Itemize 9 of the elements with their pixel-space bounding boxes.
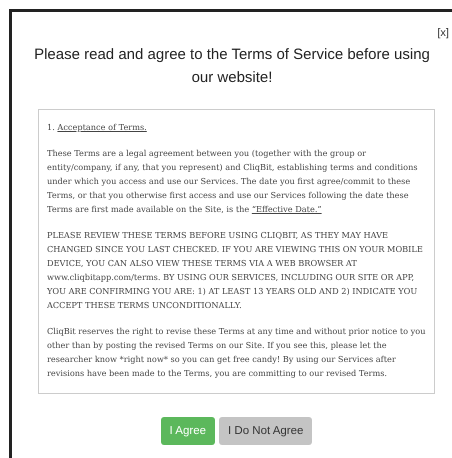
terms-paragraph: CliqBit reserves the right to revise these Terms at any time and without prior notice to you other than by posting the revised Terms on our Site. If you see this, please let the researcher know *right now* so you can get free candy! By using our Services after revisions have been made to the Terms, you are committing to our revised Terms.: [47, 325, 426, 380]
decline-button[interactable]: I Do Not Agree: [219, 417, 312, 445]
section-heading: Acceptance of Terms.: [57, 122, 147, 132]
terms-paragraph: PLEASE REVIEW THESE TERMS BEFORE USING CLIQBIT, AS THEY MAY HAVE CHANGED SINCE YOU LAST CHECKED. IF YOU ARE VIEWING THIS ON YOUR MOBILE DEVICE, YOU CAN ALSO VIEW THESE TERMS VIA A WEB BROWSER AT www.cliqbitapp.com/terms. BY USING OUR SERVICES, INCLUDING OUR SITE OR APP, YOU ARE CONFIRMING YOU ARE: 1) AT LEAST 13 YEARS OLD AND 2) INDICATE YOU ACCEPT THESE TERMS UNCONDITIONALLY.: [47, 229, 424, 312]
effective-date-link[interactable]: “Effective Date.”: [252, 204, 322, 214]
section-number: 1.: [47, 122, 55, 132]
close-button[interactable]: [x]: [437, 27, 449, 39]
dialog-title: Please read and agree to the Terms of Service before using our website!: [33, 45, 431, 88]
terms-paragraph: These Terms are a legal agreement between you (together with the group or entity/company, if any, that you represent) and CliqBit, establishing terms and conditions under which you access and use our Services. The date you first agree/commit to these Terms, or that you otherwise first access and use our Services following the date these Terms are first made available on the Site, is the “Effective Date.”: [47, 147, 419, 216]
